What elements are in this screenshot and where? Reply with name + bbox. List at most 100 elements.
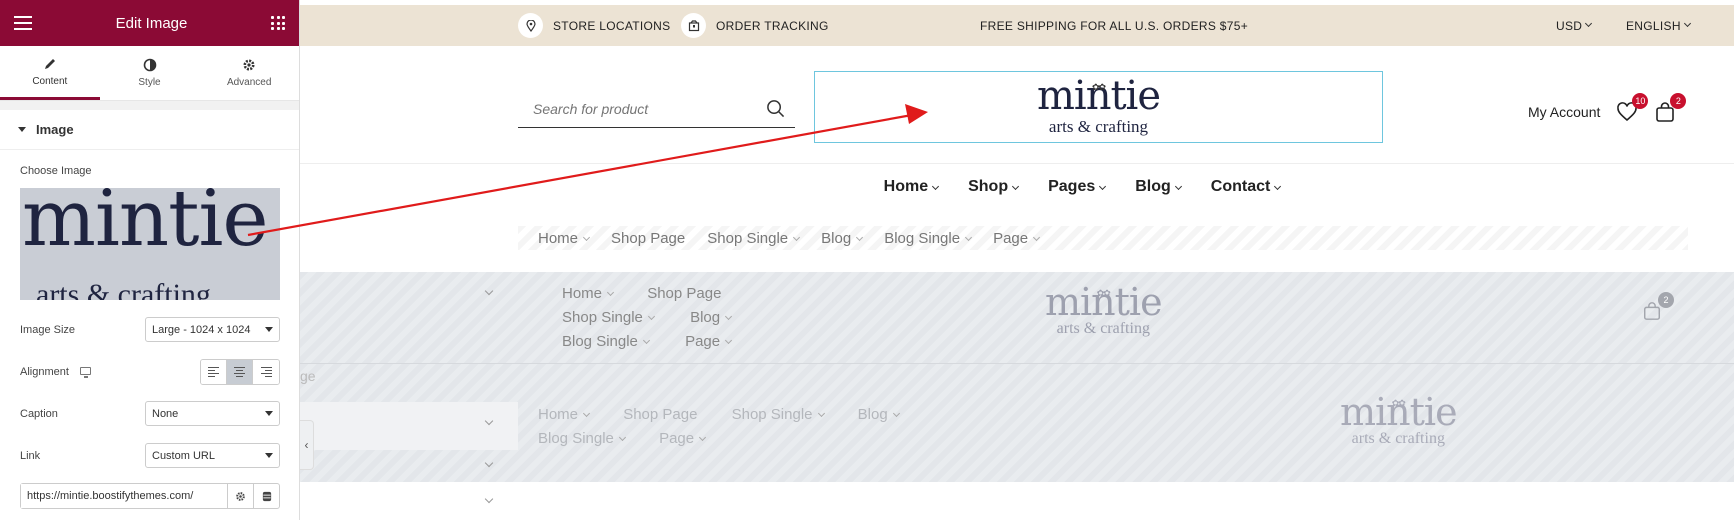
sticky-menu-item[interactable]: Page xyxy=(685,333,733,350)
site-topbar: STORE LOCATIONS ORDER TRACKING FREE SHIP… xyxy=(300,5,1734,46)
align-right-button[interactable] xyxy=(253,360,279,384)
wishlist-button[interactable]: 10 xyxy=(1616,93,1649,123)
mobile-menu-label: Blog xyxy=(857,406,888,423)
tab-advanced-label: Advanced xyxy=(226,77,272,88)
panel-divider xyxy=(0,101,299,110)
currency-switcher[interactable]: USD xyxy=(1556,19,1593,33)
mobile-menu-item[interactable]: Blog Single xyxy=(538,430,626,447)
link-label: Link xyxy=(20,449,41,462)
subnav-item-label: Home xyxy=(538,229,579,247)
chevron-down-icon xyxy=(582,409,591,418)
editor-panel: Edit Image Content Style Advanced Image xyxy=(0,0,300,520)
caret-down-icon xyxy=(265,453,273,458)
subnav-item-blog-single[interactable]: Blog Single xyxy=(884,229,973,247)
sticky-menu-label: Shop Page xyxy=(647,285,722,302)
url-input[interactable] xyxy=(21,484,227,508)
logo-word-wrap: ✿✿ mintie xyxy=(1037,76,1161,116)
desktop-icon[interactable] xyxy=(79,367,91,378)
image-size-value: Large - 1024 x 1024 xyxy=(152,323,251,336)
chevron-down-icon xyxy=(1033,233,1041,241)
chevron-down-icon xyxy=(642,336,650,345)
caption-select[interactable]: None xyxy=(145,401,280,426)
chevron-down-icon xyxy=(1274,182,1282,191)
collapse-panel-button[interactable]: ‹ xyxy=(300,420,314,470)
chevron-down-icon xyxy=(932,182,940,191)
sticky-menu-item[interactable]: Shop Page xyxy=(647,285,721,302)
sticky-menu-item[interactable]: Blog xyxy=(690,309,733,326)
sticky-menu: Home Shop Page Shop Single Blog Blog Sin… xyxy=(562,282,762,354)
cart-button[interactable]: 2 xyxy=(1654,93,1687,123)
mobile-menu-item[interactable]: Home xyxy=(538,406,591,423)
nav-item-blog[interactable]: Blog xyxy=(1135,178,1182,212)
sprig-icon: ✿✿ xyxy=(1091,83,1106,93)
tab-advanced[interactable]: Advanced xyxy=(199,46,299,100)
subnav-item-shop-page[interactable]: Shop Page xyxy=(611,230,685,247)
mobile-logo: ✿✿ mintie arts & crafting xyxy=(1340,393,1458,448)
mobile-menu-item[interactable]: Blog xyxy=(857,406,900,423)
subnav-item-shop-single[interactable]: Shop Single xyxy=(707,230,801,247)
chevron-down-icon xyxy=(484,458,494,468)
alignment-label-wrap: Alignment xyxy=(20,366,91,378)
chevron-down-icon xyxy=(725,312,733,321)
section-image-toggle[interactable]: Image xyxy=(0,110,299,150)
dynamic-tags-button[interactable] xyxy=(253,484,279,508)
tab-style[interactable]: Style xyxy=(100,46,200,100)
image-size-select[interactable]: Large - 1024 x 1024 xyxy=(145,317,280,342)
subnav-item-home[interactable]: Home xyxy=(538,229,591,247)
sticky-menu-item[interactable]: Blog Single xyxy=(562,333,650,350)
link-options-button[interactable] xyxy=(227,484,253,508)
chevron-down-icon xyxy=(606,288,615,297)
subnav-item-blog[interactable]: Blog xyxy=(821,229,864,247)
widgets-grid-icon[interactable] xyxy=(271,16,285,30)
nav-item-label: Shop xyxy=(968,178,1009,195)
nav-item-home[interactable]: Home xyxy=(884,178,940,212)
sticky-menu-label: Page xyxy=(685,333,721,350)
chevron-down-icon xyxy=(965,233,973,241)
nav-item-label: Contact xyxy=(1210,178,1271,195)
mobile-menu-item[interactable]: Page xyxy=(659,430,707,447)
contrast-icon xyxy=(143,58,156,72)
store-locations-link[interactable]: STORE LOCATIONS xyxy=(518,13,670,38)
mobile-menu-item[interactable]: Shop Page xyxy=(623,406,697,423)
sticky-menu-item[interactable]: Home xyxy=(562,285,615,302)
site-logo[interactable]: ✿✿ mintie arts & crafting xyxy=(814,71,1383,143)
language-switcher[interactable]: ENGLISH xyxy=(1626,19,1691,33)
link-select[interactable]: Custom URL xyxy=(145,443,280,468)
mobile-menu-label: Shop Single xyxy=(731,406,813,423)
choose-image-label: Choose Image xyxy=(20,165,92,177)
sprig-icon: ✿✿ xyxy=(1096,289,1111,299)
align-left-button[interactable] xyxy=(201,360,227,384)
align-center-button[interactable] xyxy=(227,360,253,384)
sticky-cart-button[interactable]: 2 xyxy=(1642,292,1674,322)
order-tracking-link[interactable]: ORDER TRACKING xyxy=(681,13,829,38)
nav-item-pages[interactable]: Pages xyxy=(1048,178,1107,212)
hamburger-menu-icon[interactable] xyxy=(14,16,32,30)
nav-item-label: Pages xyxy=(1048,178,1096,195)
subnav-item-page[interactable]: Page xyxy=(993,230,1041,247)
site-header: ✿✿ mintie arts & crafting My Account 10 … xyxy=(300,46,1734,164)
url-field-group xyxy=(20,483,280,509)
chevron-down-icon xyxy=(618,433,626,442)
chevron-down-icon xyxy=(1174,182,1182,191)
subnav-item-label: Blog xyxy=(821,229,852,247)
chevron-down-icon xyxy=(1683,19,1691,28)
caption-control: Caption None xyxy=(20,401,280,426)
tab-content[interactable]: Content xyxy=(0,46,100,100)
chevron-down-icon xyxy=(817,409,825,418)
sticky-menu-item[interactable]: Shop Single xyxy=(562,309,655,326)
section-title: Image xyxy=(36,122,74,137)
subnav-item-label: Blog Single xyxy=(884,229,961,247)
nav-item-shop[interactable]: Shop xyxy=(968,178,1020,212)
search-input[interactable] xyxy=(518,100,748,117)
my-account-link[interactable]: My Account xyxy=(1528,104,1600,120)
gear-icon xyxy=(236,491,245,501)
panel-title: Edit Image xyxy=(115,14,188,32)
mobile-menu-item[interactable]: Shop Single xyxy=(731,406,825,423)
image-preview[interactable]: mintie arts & crafting xyxy=(20,188,280,300)
nav-item-contact[interactable]: Contact xyxy=(1210,178,1282,212)
header-actions: My Account 10 2 xyxy=(1528,93,1687,123)
logo-tagline: arts & crafting xyxy=(1048,117,1149,136)
chevron-down-icon xyxy=(725,336,733,345)
caret-down-icon xyxy=(265,411,273,416)
search-icon[interactable] xyxy=(766,99,785,118)
